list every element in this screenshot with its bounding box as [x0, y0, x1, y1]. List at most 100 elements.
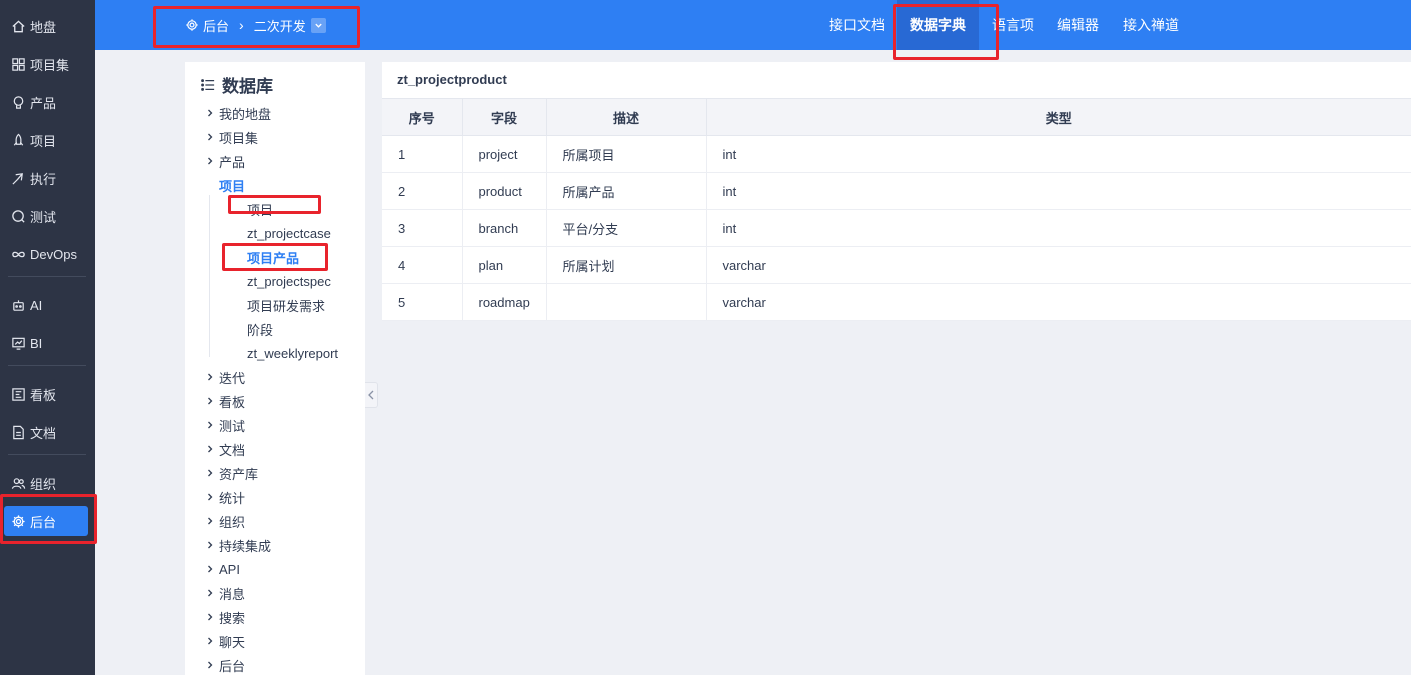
cell-desc: 所属产品	[546, 172, 707, 210]
home-icon	[12, 19, 25, 32]
tree-node[interactable]: 测试	[205, 415, 245, 435]
tree-leaf[interactable]: 项目	[247, 199, 273, 219]
nav-label: 看板	[30, 387, 57, 403]
tree-node-label: 看板	[219, 394, 246, 410]
nav-item-program[interactable]: 项目集	[4, 49, 88, 79]
nav-item-execution[interactable]: 执行	[4, 163, 88, 193]
chevron-right-icon	[208, 469, 213, 477]
tree-leaf-label: zt_projectspec	[247, 273, 331, 289]
cell-index: 4	[382, 246, 463, 284]
tree-node-label: 产品	[219, 154, 246, 170]
table-row: 3 branch 平台/分支 int	[382, 209, 1411, 247]
cell-type: varchar	[706, 283, 1411, 321]
table-row: 1 project 所属项目 int	[382, 135, 1411, 173]
tree-node-label: 组织	[219, 514, 246, 530]
tab-label: 编辑器	[1057, 17, 1099, 33]
tree-node[interactable]: 产品	[205, 151, 245, 171]
tree-leaf[interactable]: 阶段	[247, 319, 273, 339]
chevron-left-icon	[368, 390, 374, 400]
col-header-index: 序号	[382, 98, 463, 136]
nav-item-org[interactable]: 组织	[4, 468, 88, 498]
tree-title-text: 数据库	[222, 77, 273, 96]
chevron-right-icon	[208, 157, 213, 165]
breadcrumb-dropdown-button[interactable]	[310, 17, 326, 33]
tree-leaf[interactable]: 项目研发需求	[247, 295, 325, 315]
tree-node-label: 迭代	[219, 370, 246, 386]
tree-node-label: API	[219, 561, 240, 577]
tab-label: 语言项	[992, 17, 1034, 33]
tree-node-label: 搜索	[219, 610, 246, 626]
nav-item-bi[interactable]: BI	[4, 328, 88, 358]
tree-node[interactable]: 持续集成	[205, 535, 271, 555]
tree-node[interactable]: 我的地盘	[205, 103, 271, 123]
nav-divider	[8, 365, 86, 366]
nav-item-dashboard[interactable]: 地盘	[4, 11, 88, 41]
tree-node[interactable]: 统计	[205, 487, 245, 507]
tab-label: 接入禅道	[1123, 17, 1179, 33]
tab-editor[interactable]: 编辑器	[1047, 0, 1109, 50]
database-tree-panel: 数据库 我的地盘项目集产品项目 项目 zt_projectcase 项目产品 zt_pr…	[185, 62, 365, 675]
chevron-right-icon	[208, 589, 213, 597]
cell-desc	[546, 283, 707, 321]
tree-node[interactable]: 文档	[205, 439, 245, 459]
tree-node[interactable]: 资产库	[205, 463, 258, 483]
chevron-right-icon: ›	[239, 17, 244, 33]
col-header-field: 字段	[462, 98, 547, 136]
nav-item-devops[interactable]: DevOps	[4, 239, 88, 269]
collapse-tree-button[interactable]	[365, 382, 378, 408]
table-panel: zt_projectproduct 序号 字段 描述 类型 1 project 所属…	[382, 62, 1411, 321]
nav-item-admin[interactable]: 后台	[4, 506, 88, 536]
tree-leaf[interactable]: zt_weeklyreport	[247, 343, 338, 363]
tree-leaf[interactable]: zt_projectcase	[247, 223, 331, 243]
tree-node-label: 聊天	[219, 634, 246, 650]
chevron-right-icon	[208, 373, 213, 381]
nav-item-doc[interactable]: 文档	[4, 417, 88, 447]
chevron-right-icon	[208, 517, 213, 525]
tree-node[interactable]: 看板	[205, 391, 245, 411]
tree-node[interactable]: 搜索	[205, 607, 245, 627]
nav-label: DevOps	[30, 246, 77, 262]
tree-node-open[interactable]: 项目	[219, 175, 245, 195]
infinity-icon	[12, 251, 25, 257]
tab-api-doc[interactable]: 接口文档	[821, 0, 893, 50]
table-row: 5 roadmap varchar	[382, 283, 1411, 321]
nav-item-project[interactable]: 项目	[4, 125, 88, 155]
tree-node[interactable]: 项目集	[205, 127, 258, 147]
grid-icon	[12, 57, 25, 71]
tree-node[interactable]: API	[205, 559, 240, 579]
tab-data-dictionary[interactable]: 数据字典	[897, 0, 979, 50]
chevron-right-icon	[208, 565, 213, 573]
nav-item-ai[interactable]: AI	[4, 290, 88, 320]
cell-index: 5	[382, 283, 463, 321]
chevron-right-icon	[208, 637, 213, 645]
nav-label: 项目集	[30, 57, 70, 73]
table-row: 2 product 所属产品 int	[382, 172, 1411, 210]
col-header-desc: 描述	[546, 98, 707, 136]
chevron-right-icon	[208, 493, 213, 501]
tree-leaf[interactable]: zt_projectspec	[247, 271, 331, 291]
chevron-right-icon	[208, 397, 213, 405]
tree-leaf[interactable]: 项目产品	[247, 247, 299, 267]
nav-item-kanban[interactable]: 看板	[4, 379, 88, 409]
nav-item-product[interactable]: 产品	[4, 87, 88, 117]
breadcrumb-root[interactable]: 后台	[203, 16, 229, 35]
run-icon	[12, 172, 23, 185]
tree-leaf-label: 项目产品	[247, 250, 300, 266]
cell-type: int	[706, 209, 1411, 247]
table-header-row: 序号 字段 描述 类型	[382, 98, 1411, 136]
tree-title: 数据库	[201, 72, 273, 97]
tree-node[interactable]: 聊天	[205, 631, 245, 651]
chevron-right-icon	[208, 421, 213, 429]
tree-node[interactable]: 消息	[205, 583, 245, 603]
tree-node[interactable]: 迭代	[205, 367, 245, 387]
chevron-right-icon	[208, 109, 213, 117]
breadcrumb-current[interactable]: 二次开发	[254, 16, 306, 35]
tree-node-label: 测试	[219, 418, 246, 434]
tab-lang-items[interactable]: 语言项	[981, 0, 1045, 50]
chart-icon	[12, 337, 25, 350]
nav-item-test[interactable]: 测试	[4, 201, 88, 231]
tree-node[interactable]: 后台	[205, 655, 245, 675]
tree-node[interactable]: 组织	[205, 511, 245, 531]
cell-desc: 所属项目	[546, 135, 707, 173]
tab-integrate-zentao[interactable]: 接入禅道	[1113, 0, 1189, 50]
